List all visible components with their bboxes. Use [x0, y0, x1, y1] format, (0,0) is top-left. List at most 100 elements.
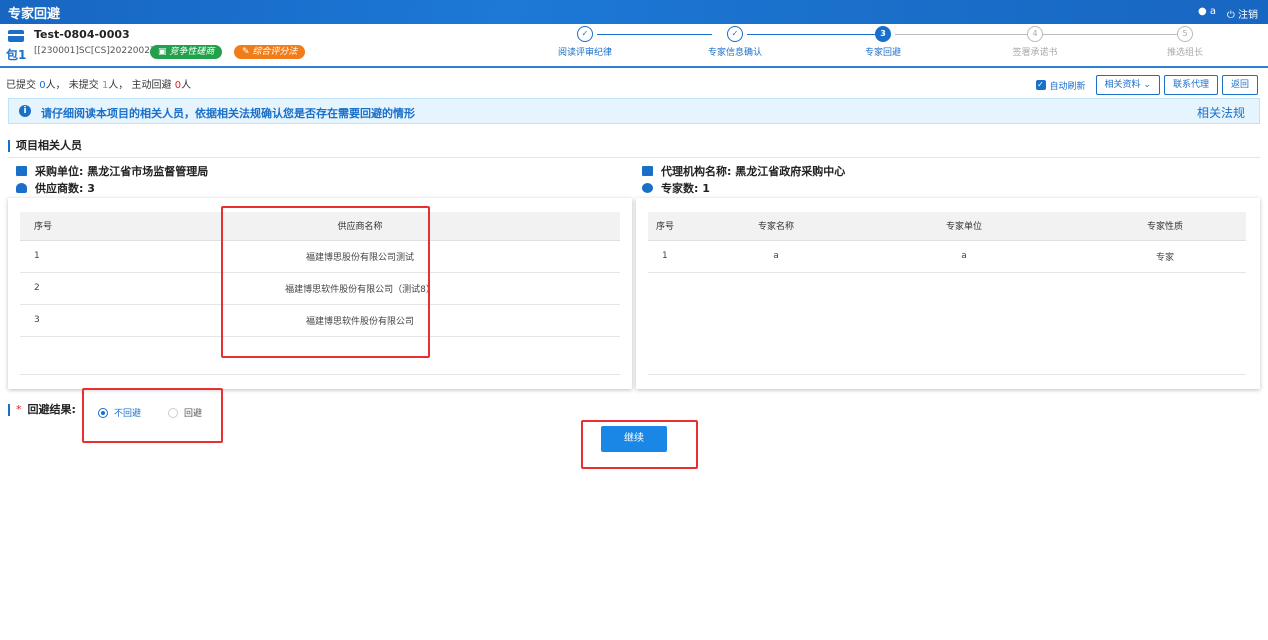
- supplier-panel: 序号 供应商名称 1 福建博思股份有限公司测试 2 福建博思软件股份有限公司（测…: [8, 198, 632, 389]
- step-expert-avoid: 3 专家回避: [828, 26, 938, 58]
- evaluation-method-label: 综合评分法: [252, 47, 298, 57]
- project-name: Test-0804-0003: [34, 28, 130, 41]
- auto-refresh-label: 自动刷新: [1049, 81, 1086, 92]
- project-code: [[230001]SC[CS]20220027 ]: [34, 46, 163, 56]
- table-header-row: 序号 供应商名称: [20, 212, 620, 241]
- agency-label: 代理机构名称:: [661, 165, 732, 178]
- user-menu[interactable]: ● a: [1198, 6, 1216, 17]
- agency-value: 黑龙江省政府采购中心: [735, 165, 846, 178]
- unsubmitted-unit: 人，: [108, 80, 129, 91]
- table-header-row: 序号 专家名称 专家单位 专家性质: [648, 212, 1246, 241]
- expert-table: 序号 专家名称 专家单位 专家性质 1 a a 专家: [648, 212, 1246, 375]
- toolbar: ✓ 自动刷新 相关资料 ⌄ 联系代理 返回: [1035, 75, 1258, 95]
- supplier-count-info: 供应商数: 3: [16, 180, 95, 196]
- top-bar: 专家回避 ● a ⏻ 注销: [0, 0, 1268, 24]
- step-number: 4: [1027, 26, 1043, 42]
- procurement-method-badge: ▣ 竞争性磋商: [150, 45, 223, 59]
- chevron-down-icon: ⌄: [1143, 80, 1151, 90]
- step-label: 阅读评审纪律: [557, 48, 612, 58]
- column-header: 专家性质: [1084, 212, 1246, 241]
- radio-label: 回避: [184, 409, 203, 419]
- building-icon: [642, 166, 653, 176]
- radio-unselected-icon: [168, 407, 178, 418]
- logout-label: 注销: [1238, 10, 1258, 21]
- avoid-label: 主动回避: [131, 80, 172, 91]
- table-cell: [20, 336, 100, 375]
- supplier-count-label: 供应商数:: [35, 182, 84, 195]
- progress-steps: ✓ 阅读评审纪律 ✓ 专家信息确认 3 专家回避 4 签署承诺书 5 推选组长: [530, 24, 1240, 68]
- expert-count-label: 专家数:: [661, 182, 699, 195]
- step-label: 专家信息确认: [707, 48, 762, 58]
- column-header: 专家名称: [708, 212, 844, 241]
- award-icon: [642, 183, 653, 193]
- auto-refresh-checkbox[interactable]: ✓: [1035, 80, 1046, 90]
- expert-panel: 序号 专家名称 专家单位 专家性质 1 a a 专家: [636, 198, 1260, 389]
- table-row: 1 a a 专家: [648, 240, 1246, 273]
- bank-icon: [16, 166, 27, 176]
- radio-label: 不回避: [114, 409, 142, 419]
- step-number: 5: [1177, 26, 1193, 42]
- radio-selected-icon: [98, 407, 108, 418]
- avoidance-result-label: * 回避结果:: [8, 404, 76, 416]
- table-row: 1 福建博思股份有限公司测试: [20, 240, 620, 273]
- step-label: 推选组长: [1166, 48, 1203, 58]
- back-button[interactable]: 返回: [1221, 75, 1258, 95]
- table-cell: 3: [20, 304, 100, 337]
- radio-no-avoid[interactable]: 不回避: [98, 406, 141, 419]
- procurement-method-label: 竞争性磋商: [169, 47, 215, 57]
- table-row-empty: [648, 272, 1246, 375]
- power-icon: ⏻: [1226, 10, 1238, 21]
- table-cell: a: [844, 240, 1084, 273]
- table-cell: 福建博思软件股份有限公司: [100, 304, 620, 337]
- supplier-count-value: 3: [87, 182, 95, 195]
- step-sign-pledge: 4 签署承诺书: [980, 26, 1090, 58]
- expert-table-wrap: 序号 专家名称 专家单位 专家性质 1 a a 专家: [648, 212, 1246, 375]
- expert-count-value: 1: [702, 182, 710, 195]
- table-row-empty: [20, 336, 620, 375]
- column-header: 序号: [20, 212, 100, 241]
- avoid-unit: 人: [181, 80, 192, 91]
- step-label: 专家回避: [864, 48, 901, 58]
- user-icon: ●: [1197, 6, 1210, 17]
- column-header: 专家单位: [844, 212, 1084, 241]
- submitted-label: 已提交: [6, 80, 36, 91]
- info-icon: i: [19, 105, 31, 117]
- check-icon: ✓: [577, 26, 593, 42]
- step-label: 签署承诺书: [1012, 48, 1058, 58]
- purchaser-label: 采购单位:: [35, 165, 84, 178]
- person-icon: [16, 183, 27, 193]
- table-row: 3 福建博思软件股份有限公司: [20, 304, 620, 337]
- pencil-icon: ✎: [242, 47, 253, 57]
- card-icon: [8, 30, 24, 42]
- table-cell: 专家: [1084, 240, 1246, 273]
- table-cell: [648, 272, 1246, 375]
- supplier-table-wrap: 序号 供应商名称 1 福建博思股份有限公司测试 2 福建博思软件股份有限公司（测…: [20, 212, 620, 375]
- table-cell: 1: [20, 240, 100, 273]
- related-laws-link[interactable]: 相关法规: [1197, 104, 1245, 121]
- app-title: 专家回避: [8, 7, 61, 22]
- package-label: 包1: [6, 48, 27, 62]
- project-header: 包1 Test-0804-0003 [[230001]SC[CS]2022002…: [0, 24, 1268, 68]
- materials-dropdown[interactable]: 相关资料 ⌄: [1095, 75, 1160, 95]
- contact-agent-button[interactable]: 联系代理: [1163, 75, 1218, 95]
- submitted-unit: 人，: [45, 80, 66, 91]
- submission-summary: 已提交 0人， 未提交 1人， 主动回避 0人: [6, 76, 191, 91]
- notice-message: 请仔细阅读本项目的相关人员，依据相关法规确认您是否存在需要回避的情形: [41, 107, 415, 120]
- step-number: 3: [875, 26, 891, 42]
- logout-button[interactable]: ⏻ 注销: [1227, 6, 1258, 21]
- table-cell: 1: [648, 240, 708, 273]
- expert-count-info: 专家数: 1: [642, 180, 710, 196]
- cart-icon: ▣: [158, 47, 170, 57]
- table-cell: 福建博思软件股份有限公司（测试8）: [100, 272, 620, 305]
- materials-label: 相关资料: [1104, 80, 1141, 90]
- purchaser-value: 黑龙江省市场监督管理局: [87, 165, 209, 178]
- step-read-rules: ✓ 阅读评审纪律: [530, 26, 640, 58]
- radio-avoid[interactable]: 回避: [168, 406, 202, 419]
- check-icon: ✓: [727, 26, 743, 42]
- notice-bar: i 请仔细阅读本项目的相关人员，依据相关法规确认您是否存在需要回避的情形 相关法…: [8, 98, 1260, 124]
- table-cell: 福建博思股份有限公司测试: [100, 240, 620, 273]
- continue-button[interactable]: 继续: [601, 426, 667, 452]
- required-marker: *: [16, 403, 22, 416]
- column-header: 供应商名称: [100, 212, 620, 241]
- step-confirm-info: ✓ 专家信息确认: [680, 26, 790, 58]
